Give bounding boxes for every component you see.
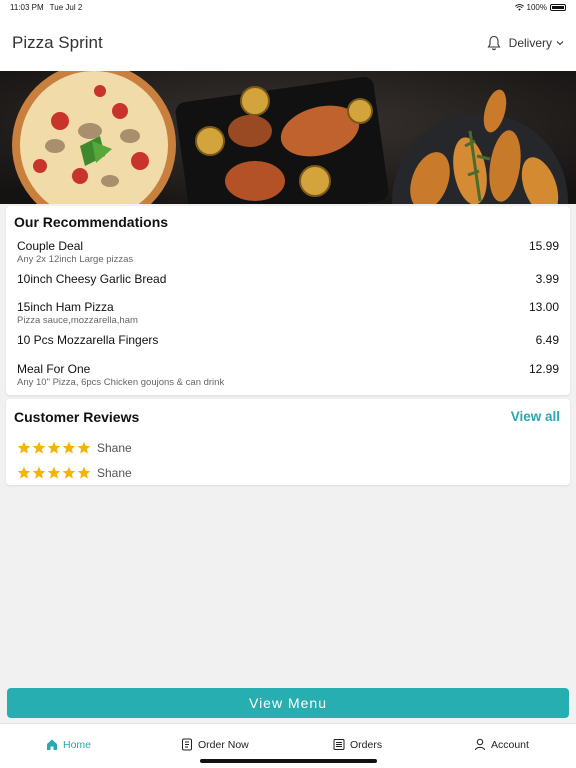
star-icon	[32, 441, 46, 454]
star-icon	[47, 466, 61, 479]
app-title: Pizza Sprint	[12, 32, 103, 52]
recommendation-item[interactable]: Meal For One Any 10" Pizza, 6pcs Chicken…	[17, 362, 559, 388]
item-name: 10inch Cheesy Garlic Bread	[17, 272, 167, 286]
battery-icon	[550, 3, 566, 11]
app-header: Pizza Sprint Delivery	[0, 14, 576, 71]
review-item[interactable]: Shane	[17, 441, 132, 455]
recommendations-title: Our Recommendations	[14, 214, 169, 230]
reviews-card: Customer Reviews View all Shane Shane	[6, 399, 570, 485]
reviews-title: Customer Reviews	[14, 409, 140, 425]
home-indicator	[200, 759, 377, 763]
star-icon	[62, 441, 76, 454]
item-price: 12.99	[528, 362, 559, 376]
account-icon	[475, 738, 485, 751]
orders-icon	[333, 739, 345, 750]
item-name: 15inch Ham Pizza	[17, 300, 114, 314]
reviewer-name: Shane	[97, 441, 132, 455]
recommendation-item[interactable]: 10inch Cheesy Garlic Bread 3.99	[17, 272, 559, 286]
star-icon	[77, 466, 91, 479]
wifi-icon	[514, 3, 524, 11]
item-price: 3.99	[535, 272, 559, 286]
item-price: 13.00	[528, 300, 559, 314]
status-time: 11:03 PM	[10, 2, 44, 12]
bell-icon[interactable]	[487, 35, 501, 51]
tab-label: Orders	[350, 738, 383, 751]
star-rating	[17, 441, 91, 455]
tab-orders[interactable]: Orders	[333, 738, 382, 751]
recommendation-item[interactable]: 10 Pcs Mozzarella Fingers 6.49	[17, 333, 559, 347]
star-icon	[17, 441, 31, 454]
status-date: Tue Jul 2	[49, 2, 83, 12]
item-name: 10 Pcs Mozzarella Fingers	[17, 333, 159, 347]
item-name: Couple Deal	[17, 239, 84, 253]
delivery-mode-label: Delivery	[508, 35, 552, 50]
tab-home[interactable]: Home	[46, 738, 91, 751]
recommendation-item[interactable]: 15inch Ham Pizza Pizza sauce,mozzarella,…	[17, 300, 559, 326]
order-icon	[182, 738, 192, 751]
star-icon	[17, 466, 31, 479]
tab-label: Account	[491, 738, 529, 751]
star-rating	[17, 466, 91, 480]
item-description: Any 10" Pizza, 6pcs Chicken goujons & ca…	[17, 377, 225, 388]
home-icon	[47, 739, 57, 750]
recommendations-card: Our Recommendations Couple Deal Any 2x 1…	[6, 206, 570, 395]
view-all-reviews-link[interactable]: View all	[511, 409, 560, 424]
view-menu-button[interactable]: View Menu	[7, 688, 569, 718]
star-icon	[77, 441, 91, 454]
chevron-down-icon	[556, 40, 564, 45]
item-description: Pizza sauce,mozzarella,ham	[17, 315, 138, 326]
star-icon	[32, 466, 46, 479]
battery-percent: 100%	[526, 2, 547, 12]
delivery-mode-select[interactable]: Delivery	[509, 36, 564, 50]
recommendation-item[interactable]: Couple Deal Any 2x 12inch Large pizzas 1…	[17, 239, 559, 265]
star-icon	[62, 466, 76, 479]
item-price: 15.99	[528, 239, 559, 253]
food-banner-image	[0, 71, 576, 204]
pizza-image	[12, 71, 176, 204]
tab-account[interactable]: Account	[474, 738, 529, 751]
star-icon	[47, 441, 61, 454]
tab-order-now[interactable]: Order Now	[181, 738, 249, 751]
review-item[interactable]: Shane	[17, 466, 132, 480]
item-price: 6.49	[535, 333, 559, 347]
status-bar: 11:03 PM Tue Jul 2 100%	[0, 0, 576, 14]
reviewer-name: Shane	[97, 466, 132, 480]
item-name: Meal For One	[17, 362, 91, 376]
tab-label: Order Now	[198, 738, 249, 751]
item-description: Any 2x 12inch Large pizzas	[17, 254, 134, 265]
tab-label: Home	[63, 738, 92, 751]
